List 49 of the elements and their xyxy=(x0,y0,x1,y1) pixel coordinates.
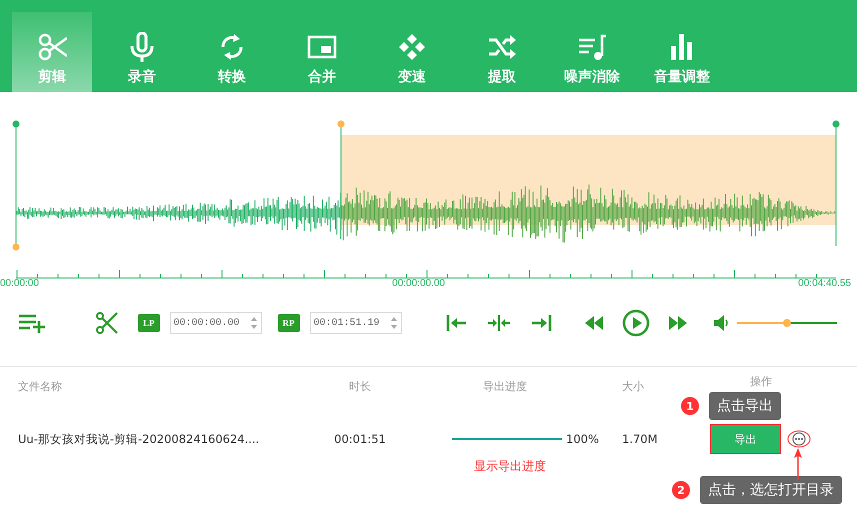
step-badge: 1 xyxy=(681,397,699,415)
end-marker[interactable] xyxy=(832,120,840,246)
fast-forward-icon[interactable] xyxy=(668,316,688,330)
scissors-icon xyxy=(37,32,67,62)
time-label: 00:00:00 xyxy=(0,278,39,289)
tooltip: 点击，选怎打开目录 xyxy=(700,476,842,504)
spinner-icon[interactable] xyxy=(250,316,258,330)
arrow xyxy=(793,448,803,480)
tab[interactable]: 剪辑 xyxy=(12,12,92,92)
play-icon[interactable] xyxy=(622,309,650,337)
selection-marker[interactable] xyxy=(338,120,344,230)
tab[interactable]: 录音 xyxy=(102,12,182,92)
column-header: 时长 xyxy=(349,378,371,394)
split-icon[interactable] xyxy=(486,314,511,332)
speaker-icon[interactable] xyxy=(714,315,728,331)
tab[interactable]: 提取 xyxy=(462,12,542,92)
tab[interactable]: 转换 xyxy=(192,12,272,92)
jump-start-icon[interactable] xyxy=(446,314,467,332)
spinner-icon[interactable] xyxy=(390,316,398,330)
file-name: Uu-那女孩对我说-剪辑-20200824160624.... xyxy=(18,432,260,446)
duration: 00:01:51 xyxy=(334,432,386,446)
tab[interactable]: 变速 xyxy=(372,12,452,92)
lp-button[interactable]: LP xyxy=(138,314,160,332)
export-button[interactable]: 导出 xyxy=(710,424,781,454)
tooltip: 点击导出 xyxy=(709,392,781,420)
time-label: 00:04:40.55 xyxy=(798,278,851,289)
time-label: 00:00:00.00 xyxy=(392,278,445,289)
column-header: 导出进度 xyxy=(483,378,527,394)
tab[interactable]: 音量调整 xyxy=(642,12,722,92)
more-icon[interactable] xyxy=(787,429,811,449)
time-field[interactable]: 00:01:51.19 xyxy=(310,312,402,334)
tab[interactable]: 噪声消除 xyxy=(552,12,632,92)
volume-slider[interactable] xyxy=(736,318,837,328)
jump-end-icon[interactable] xyxy=(530,314,552,332)
column-header: 大小 xyxy=(622,378,644,394)
progress-percent: 100% xyxy=(566,432,599,446)
column-header: 文件名称 xyxy=(18,378,62,394)
scissors-icon[interactable] xyxy=(96,312,118,334)
start-marker[interactable] xyxy=(12,120,20,246)
rp-button[interactable]: RP xyxy=(278,314,300,332)
time-field[interactable]: 00:00:00.00 xyxy=(170,312,262,334)
annotation-note: 显示导出进度 xyxy=(474,459,546,473)
tab[interactable]: 合并 xyxy=(282,12,362,92)
column-header: 操作 xyxy=(750,374,772,389)
rewind-icon[interactable] xyxy=(584,316,604,330)
add-list-icon[interactable] xyxy=(18,313,46,333)
file-size: 1.70M xyxy=(622,432,658,446)
step-badge: 2 xyxy=(672,481,690,499)
shuffle-icon xyxy=(487,32,517,62)
